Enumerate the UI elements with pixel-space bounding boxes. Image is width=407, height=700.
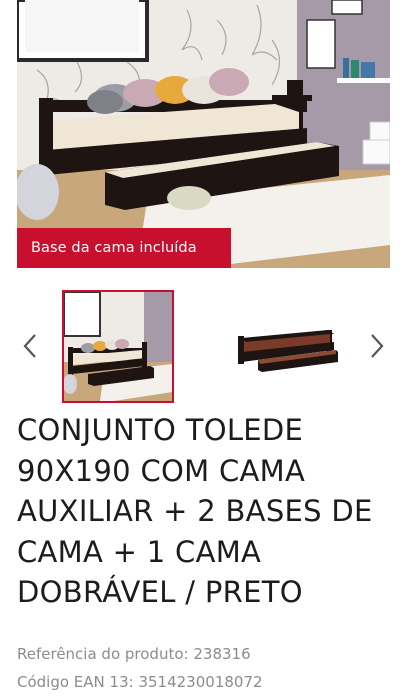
chevron-left-icon [23,334,36,358]
product-ean: Código EAN 13: 3514230018072 [17,673,263,691]
reference-label: Referência do produto: [17,645,189,663]
gallery-next-button[interactable] [362,328,392,364]
reference-value: 238316 [193,645,251,663]
thumbnail-1-selected[interactable] [62,290,174,403]
thumbnail-bed-product-image [230,290,342,403]
product-reference: Referência do produto: 238316 [17,645,251,663]
thumbnail-gallery [0,286,407,408]
thumbnail-2[interactable] [230,290,342,403]
base-included-badge: Base da cama incluída [17,228,231,268]
ean-label: Código EAN 13: [17,673,134,691]
gallery-prev-button[interactable] [15,328,45,364]
ean-value: 3514230018072 [138,673,263,691]
product-title: CONJUNTO TOLEDE 90X190 COM CAMA AUXILIAR… [17,413,373,609]
thumbnail-room-image [64,292,172,401]
hero-product-image[interactable]: Base da cama incluída [17,0,390,268]
chevron-right-icon [371,334,384,358]
